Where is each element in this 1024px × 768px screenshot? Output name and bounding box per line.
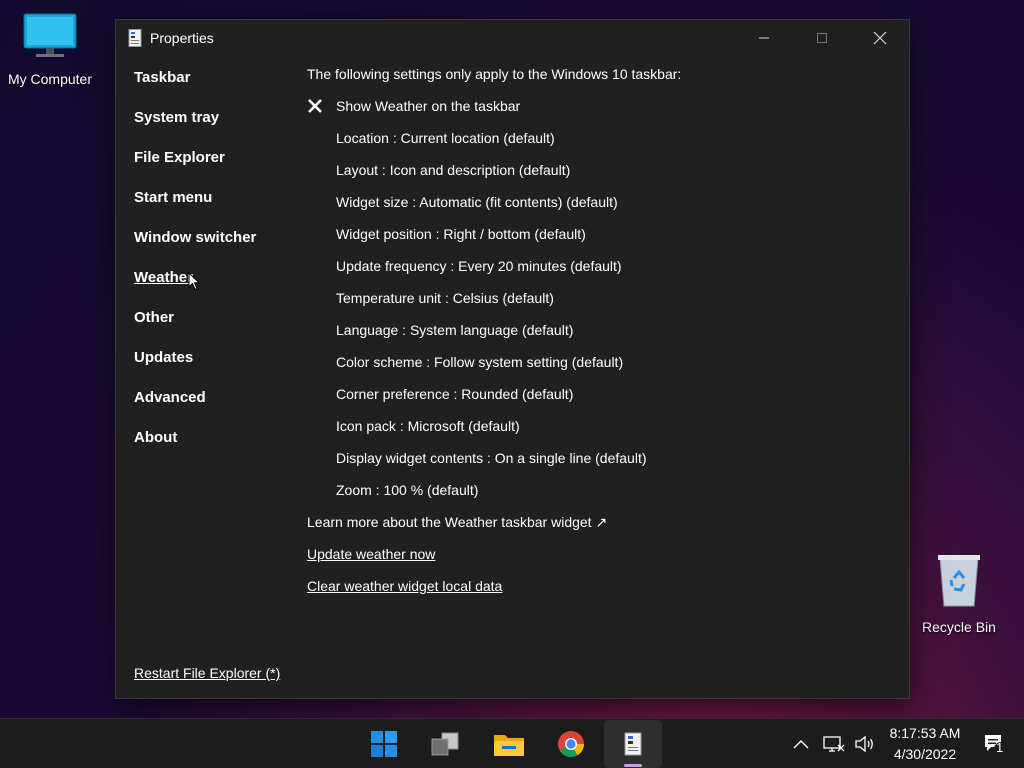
setting-color-scheme[interactable]: Color scheme : Follow system setting (de… [307,352,681,384]
setting-display-widget-contents[interactable]: Display widget contents : On a single li… [307,448,681,480]
volume-icon[interactable] [852,735,878,753]
sidebar-item-taskbar[interactable]: Taskbar [134,68,256,108]
setting-corner-preference[interactable]: Corner preference : Rounded (default) [307,384,681,416]
restart-file-explorer-link[interactable]: Restart File Explorer (*) [134,665,280,681]
setting-temperature-unit[interactable]: Temperature unit : Celsius (default) [307,288,681,320]
section-heading: The following settings only apply to the… [307,66,682,82]
file-explorer-icon [494,735,524,756]
chevron-up-icon[interactable] [790,739,812,749]
monitor-icon [0,12,100,65]
properties-window: Properties Taskbar System tray File Expl… [115,19,910,699]
start-icon [371,731,397,757]
sidebar-item-system-tray[interactable]: System tray [134,108,256,148]
sidebar-item-file-explorer[interactable]: File Explorer [134,148,256,188]
setting-icon-pack[interactable]: Icon pack : Microsoft (default) [307,416,681,448]
clock-date: 4/30/2022 [893,746,957,762]
window-title: Properties [150,30,214,46]
setting-location[interactable]: Location : Current location (default) [307,128,681,160]
chrome-button[interactable] [542,720,600,768]
close-button[interactable] [851,20,909,56]
sidebar-item-about[interactable]: About [134,428,256,468]
setting-update-frequency[interactable]: Update frequency : Every 20 minutes (def… [307,256,681,288]
sidebar-item-start-menu[interactable]: Start menu [134,188,256,228]
taskbar-clock[interactable]: 8:17:53 AM 4/30/2022 [880,723,970,765]
system-tray [790,719,878,768]
sidebar-item-advanced[interactable]: Advanced [134,388,256,428]
clear-weather-data-link[interactable]: Clear weather widget local data [307,576,681,608]
setting-widget-size[interactable]: Widget size : Automatic (fit contents) (… [307,192,681,224]
update-weather-now-link[interactable]: Update weather now [307,544,681,576]
recycle-bin-icon [909,552,1009,613]
close-icon [873,31,887,45]
taskbar: 8:17:53 AM 4/30/2022 1 [0,718,1024,768]
minimize-icon [759,37,769,39]
sidebar-item-window-switcher[interactable]: Window switcher [134,228,256,268]
maximize-icon [817,33,827,43]
notification-count-badge: 1 [996,740,1004,755]
properties-app-icon [128,29,142,47]
learn-more-link[interactable]: Learn more about the Weather taskbar wid… [307,512,681,544]
properties-taskbar-button[interactable] [604,720,662,768]
settings-sidebar: Taskbar System tray File Explorer Start … [134,68,256,468]
desktop-icon-label: Recycle Bin [922,619,996,635]
network-icon[interactable] [818,735,850,753]
setting-language[interactable]: Language : System language (default) [307,320,681,352]
notification-center-button[interactable]: 1 [982,731,1008,757]
file-explorer-button[interactable] [480,720,538,768]
notification-icon [985,735,1008,756]
desktop-icon-recycle-bin[interactable]: Recycle Bin [909,552,1009,635]
minimize-button[interactable] [735,20,793,56]
toggle-label: Show Weather on the taskbar [336,98,521,114]
desktop-icon-label: My Computer [7,71,93,87]
x-mark-icon [307,96,336,116]
title-bar[interactable]: Properties [116,20,909,56]
desktop-icon-my-computer[interactable]: My Computer [0,12,100,87]
start-button[interactable] [355,720,413,768]
setting-zoom[interactable]: Zoom : 100 % (default) [307,480,681,512]
chrome-icon [558,731,585,758]
properties-app-icon [624,732,642,756]
weather-settings-panel: The following settings only apply to the… [307,64,681,608]
show-weather-toggle[interactable]: Show Weather on the taskbar [307,96,681,128]
maximize-button[interactable] [793,20,851,56]
active-app-indicator [624,764,642,767]
setting-widget-position[interactable]: Widget position : Right / bottom (defaul… [307,224,681,256]
task-view-icon [431,732,459,756]
sidebar-item-other[interactable]: Other [134,308,256,348]
clock-time: 8:17:53 AM [889,725,961,741]
sidebar-item-updates[interactable]: Updates [134,348,256,388]
mouse-cursor-icon [188,272,200,291]
setting-layout[interactable]: Layout : Icon and description (default) [307,160,681,192]
task-view-button[interactable] [416,720,474,768]
